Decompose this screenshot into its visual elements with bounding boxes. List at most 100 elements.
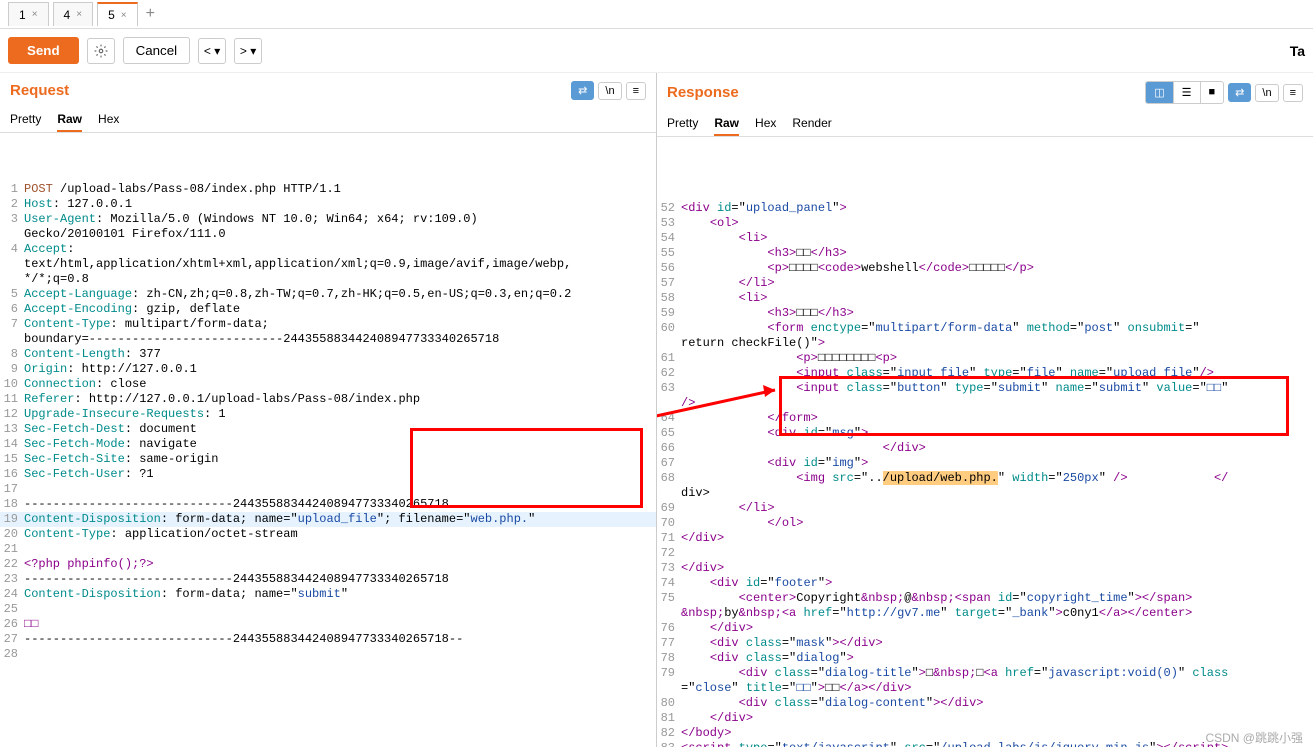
response-title: Response bbox=[667, 84, 739, 101]
session-tab[interactable]: 1× bbox=[8, 2, 49, 26]
newline-toggle[interactable]: \n bbox=[598, 82, 621, 100]
code-line: 70 </ol> bbox=[657, 516, 1313, 531]
session-tab[interactable]: 4× bbox=[53, 2, 94, 26]
line-content: */*;q=0.8 bbox=[24, 272, 656, 287]
line-number: 77 bbox=[657, 636, 681, 651]
line-number bbox=[0, 227, 24, 242]
code-line: 8Content-Length: 377 bbox=[0, 347, 656, 362]
line-content bbox=[681, 546, 1313, 561]
code-line: 64 </form> bbox=[657, 411, 1313, 426]
code-line: 12Upgrade-Insecure-Requests: 1 bbox=[0, 407, 656, 422]
line-number: 6 bbox=[0, 302, 24, 317]
line-content: Sec-Fetch-Mode: navigate bbox=[24, 437, 656, 452]
line-number: 18 bbox=[0, 497, 24, 512]
line-content: return checkFile()"> bbox=[681, 336, 1313, 351]
line-content: text/html,application/xhtml+xml,applicat… bbox=[24, 257, 656, 272]
line-content: Accept-Encoding: gzip, deflate bbox=[24, 302, 656, 317]
close-icon[interactable]: × bbox=[32, 9, 38, 20]
newline-toggle[interactable]: \n bbox=[1255, 84, 1278, 102]
wrap-icon[interactable]: ⇄ bbox=[571, 81, 594, 100]
line-number bbox=[657, 336, 681, 351]
code-line: 59 <h3>□□□</h3> bbox=[657, 306, 1313, 321]
split-view: Request ⇄ \n ≡ PrettyRawHex 1POST /uploa… bbox=[0, 73, 1313, 747]
code-line: 13Sec-Fetch-Dest: document bbox=[0, 422, 656, 437]
line-content: </div> bbox=[681, 531, 1313, 546]
subtab-pretty[interactable]: Pretty bbox=[10, 108, 41, 132]
menu-icon[interactable]: ≡ bbox=[1283, 84, 1303, 102]
line-number: 69 bbox=[657, 501, 681, 516]
code-line: 53 <ol> bbox=[657, 216, 1313, 231]
line-content: <center>Copyright&nbsp;@&nbsp;<span id="… bbox=[681, 591, 1313, 606]
response-code[interactable]: 52<div id="upload_panel">53 <ol>54 <li>5… bbox=[657, 137, 1313, 747]
layout-toggle[interactable]: ◫ ☰ ■ bbox=[1145, 81, 1224, 104]
line-content: <div class="mask"></div> bbox=[681, 636, 1313, 651]
code-line: text/html,application/xhtml+xml,applicat… bbox=[0, 257, 656, 272]
prev-button[interactable]: < ▾ bbox=[198, 38, 226, 64]
close-icon[interactable]: × bbox=[76, 9, 82, 20]
line-content: <div class="dialog"> bbox=[681, 651, 1313, 666]
wrap-icon[interactable]: ⇄ bbox=[1228, 83, 1251, 102]
line-content bbox=[24, 482, 656, 497]
code-line: 65 <div id="msg"> bbox=[657, 426, 1313, 441]
line-content: <div class="dialog-title">□&nbsp;□<a hre… bbox=[681, 666, 1313, 681]
line-number: 68 bbox=[657, 471, 681, 486]
line-number: 62 bbox=[657, 366, 681, 381]
code-line: 14Sec-Fetch-Mode: navigate bbox=[0, 437, 656, 452]
line-content: <div id="img"> bbox=[681, 456, 1313, 471]
settings-icon[interactable] bbox=[87, 38, 115, 64]
code-line: 4Accept: bbox=[0, 242, 656, 257]
code-line: ="close" title="□□">□□</a></div> bbox=[657, 681, 1313, 696]
code-line: 76 </div> bbox=[657, 621, 1313, 636]
line-content: Host: 127.0.0.1 bbox=[24, 197, 656, 212]
line-content: Content-Disposition: form-data; name="up… bbox=[24, 512, 656, 527]
line-content: POST /upload-labs/Pass-08/index.php HTTP… bbox=[24, 182, 656, 197]
code-line: 22<?php phpinfo();?> bbox=[0, 557, 656, 572]
code-line: return checkFile()"> bbox=[657, 336, 1313, 351]
line-content: <li> bbox=[681, 291, 1313, 306]
subtab-render[interactable]: Render bbox=[792, 112, 831, 136]
add-tab-button[interactable]: + bbox=[146, 5, 155, 23]
line-number: 15 bbox=[0, 452, 24, 467]
close-icon[interactable]: × bbox=[121, 10, 127, 21]
menu-icon[interactable]: ≡ bbox=[626, 82, 646, 100]
code-line: 78 <div class="dialog"> bbox=[657, 651, 1313, 666]
line-number: 56 bbox=[657, 261, 681, 276]
line-content: Content-Type: application/octet-stream bbox=[24, 527, 656, 542]
session-tabs: 1×4×5× + bbox=[0, 0, 1313, 29]
layout-single-icon[interactable]: ■ bbox=[1201, 82, 1224, 103]
layout-rows-icon[interactable]: ☰ bbox=[1174, 82, 1201, 103]
code-line: 79 <div class="dialog-title">□&nbsp;□<a … bbox=[657, 666, 1313, 681]
subtab-hex[interactable]: Hex bbox=[98, 108, 119, 132]
code-line: 80 <div class="dialog-content"></div> bbox=[657, 696, 1313, 711]
request-code[interactable]: 1POST /upload-labs/Pass-08/index.php HTT… bbox=[0, 133, 656, 747]
subtab-raw[interactable]: Raw bbox=[714, 112, 739, 136]
line-content: </ol> bbox=[681, 516, 1313, 531]
response-pane: Response ◫ ☰ ■ ⇄ \n ≡ Pretty Raw Hex Render… bbox=[657, 73, 1313, 747]
line-number: 54 bbox=[657, 231, 681, 246]
line-number: 11 bbox=[0, 392, 24, 407]
request-subtabs: Pretty Raw Hex bbox=[0, 100, 656, 133]
next-button[interactable]: > ▾ bbox=[234, 38, 262, 64]
line-number: 8 bbox=[0, 347, 24, 362]
line-content: <li> bbox=[681, 231, 1313, 246]
code-line: 77 <div class="mask"></div> bbox=[657, 636, 1313, 651]
line-number: 13 bbox=[0, 422, 24, 437]
code-line: 19Content-Disposition: form-data; name="… bbox=[0, 512, 656, 527]
code-line: */*;q=0.8 bbox=[0, 272, 656, 287]
subtab-raw[interactable]: Raw bbox=[57, 108, 82, 132]
layout-columns-icon[interactable]: ◫ bbox=[1146, 82, 1173, 103]
line-content: <div id="upload_panel"> bbox=[681, 201, 1313, 216]
action-toolbar: Send Cancel < ▾ > ▾ Ta bbox=[0, 29, 1313, 73]
line-number: 16 bbox=[0, 467, 24, 482]
subtab-hex[interactable]: Hex bbox=[755, 112, 776, 136]
send-button[interactable]: Send bbox=[8, 37, 79, 64]
code-line: 18-----------------------------244355883… bbox=[0, 497, 656, 512]
line-number: 72 bbox=[657, 546, 681, 561]
line-number: 53 bbox=[657, 216, 681, 231]
subtab-pretty[interactable]: Pretty bbox=[667, 112, 698, 136]
session-tab[interactable]: 5× bbox=[97, 2, 138, 26]
cancel-button[interactable]: Cancel bbox=[123, 37, 191, 64]
line-number bbox=[0, 257, 24, 272]
line-number: 10 bbox=[0, 377, 24, 392]
line-content: <div id="msg"> bbox=[681, 426, 1313, 441]
